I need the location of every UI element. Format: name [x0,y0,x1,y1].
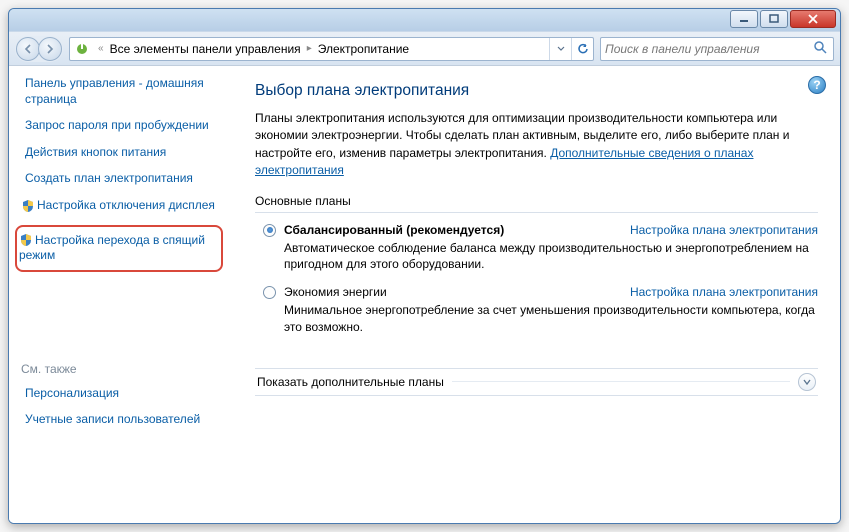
plan-balanced-name: Сбалансированный (рекомендуется) [284,223,504,237]
plan-powersaver-desc: Минимальное энергопотребление за счет ум… [284,302,818,336]
forward-button[interactable] [38,37,62,61]
plan-balanced-radio[interactable] [263,224,276,237]
control-panel-window: « Все элементы панели управления ▸ Элект… [8,8,841,524]
seealso-personalization[interactable]: Персонализация [21,386,223,402]
sidebar-item-password[interactable]: Запрос пароля при пробуждении [21,118,223,134]
page-title: Выбор плана электропитания [255,82,818,100]
seealso-user-accounts[interactable]: Учетные записи пользователей [21,412,223,428]
close-button[interactable] [790,10,836,28]
search-placeholder: Поиск в панели управления [605,42,813,56]
minimize-button[interactable] [730,10,758,28]
window-titlebar [9,9,840,31]
plan-powersaver-settings-link[interactable]: Настройка плана электропитания [630,285,818,299]
power-options-icon [74,41,90,57]
control-panel-home-link[interactable]: Панель управления - домашняя страница [21,76,223,107]
show-more-plans[interactable]: Показать дополнительные планы [255,368,818,396]
main-content: ? Выбор плана электропитания Планы элект… [231,66,840,523]
sidebar-item-create-plan[interactable]: Создать план электропитания [21,171,223,187]
chevron-left-icon: « [94,43,108,54]
breadcrumb-parent[interactable]: Все элементы панели управления [108,42,303,56]
sidebar: Панель управления - домашняя страница За… [9,66,231,523]
shield-icon [19,233,33,247]
see-also-section: См. также Персонализация Учетные записи … [21,362,223,428]
plan-powersaver: Экономия энергии Настройка плана электро… [259,285,818,336]
highlighted-sidebar-item: Настройка перехода в спящий режим [15,225,223,272]
nav-buttons [15,36,63,62]
plan-powersaver-radio[interactable] [263,286,276,299]
search-icon [813,40,829,57]
help-icon[interactable]: ? [808,76,826,94]
see-also-title: См. также [21,362,223,376]
plans-group: Сбалансированный (рекомендуется) Настрой… [255,212,818,354]
plan-balanced: Сбалансированный (рекомендуется) Настрой… [259,223,818,274]
plans-section-label: Основные планы [255,194,818,208]
sidebar-item-sleep[interactable]: Настройка перехода в спящий режим [19,233,215,264]
plan-balanced-desc: Автоматическое соблюдение баланса между … [284,240,818,274]
maximize-button[interactable] [760,10,788,28]
plan-powersaver-name: Экономия энергии [284,285,387,299]
window-body: Панель управления - домашняя страница За… [9,65,840,523]
address-toolbar: « Все элементы панели управления ▸ Элект… [9,31,840,65]
search-input[interactable]: Поиск в панели управления [600,37,834,61]
address-bar[interactable]: « Все элементы панели управления ▸ Элект… [69,37,594,61]
back-button[interactable] [16,37,40,61]
chevron-down-icon [798,373,816,391]
intro-text: Планы электропитания используются для оп… [255,110,818,180]
address-dropdown-button[interactable] [549,38,571,60]
shield-icon [21,199,35,213]
sidebar-item-buttons[interactable]: Действия кнопок питания [21,145,223,161]
expander-line [452,381,790,382]
expander-label: Показать дополнительные планы [257,375,444,389]
plan-balanced-settings-link[interactable]: Настройка плана электропитания [630,223,818,237]
breadcrumb-current[interactable]: Электропитание [316,42,411,56]
chevron-right-icon: ▸ [303,43,316,54]
sidebar-item-display-off[interactable]: Настройка отключения дисплея [21,198,223,214]
refresh-button[interactable] [571,38,593,60]
